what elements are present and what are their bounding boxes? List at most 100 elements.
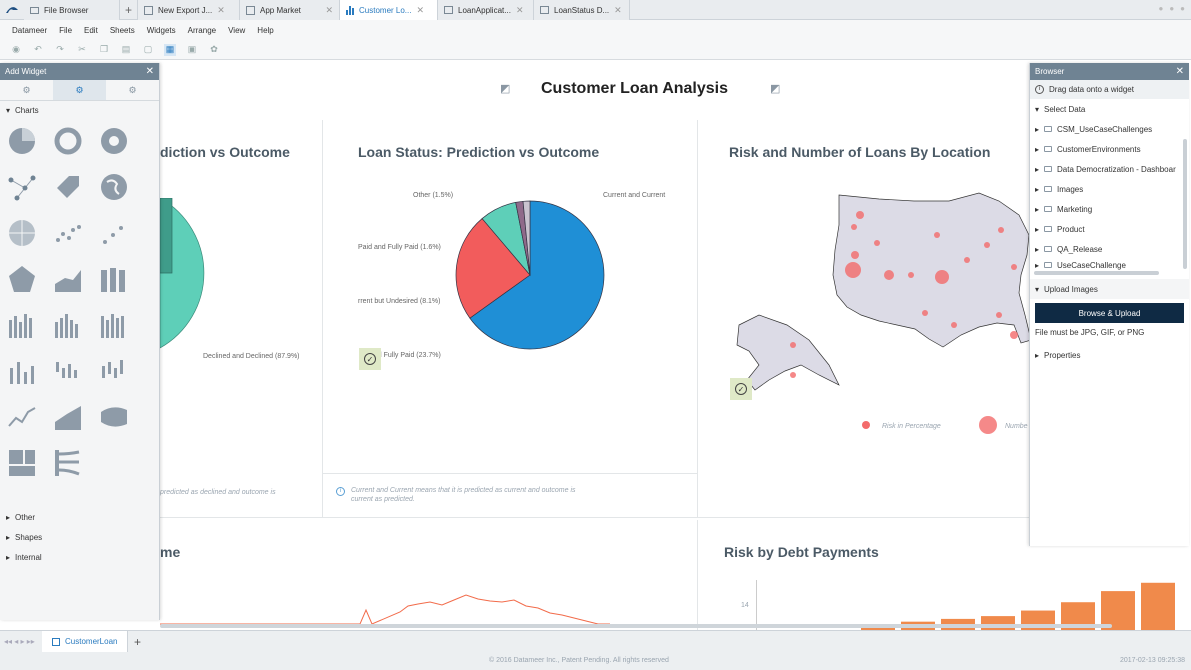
new-tab-button[interactable]: +: [120, 0, 138, 20]
browser-vscrollbar[interactable]: [1183, 139, 1187, 269]
caret-right-icon: ▸: [1035, 224, 1040, 234]
radar-widget-icon[interactable]: [6, 263, 38, 295]
bar[interactable]: [1141, 582, 1175, 630]
waterfall-widget-icon[interactable]: [52, 355, 84, 387]
line-chart-widget-icon[interactable]: [6, 401, 38, 433]
tab-customer-loan[interactable]: Customer Lo... ✕: [340, 0, 438, 20]
menu-sheets[interactable]: Sheets: [110, 26, 135, 35]
menu-widgets[interactable]: Widgets: [147, 26, 176, 35]
tab-app-market[interactable]: App Market ✕: [240, 0, 340, 20]
undo-icon[interactable]: ↶: [32, 44, 44, 56]
histogram-widget-icon[interactable]: [98, 309, 130, 341]
close-icon[interactable]: ✕: [325, 5, 333, 16]
upload-images-section[interactable]: ▾ Upload Images: [1030, 279, 1189, 299]
section-shapes[interactable]: ▸ Shapes: [0, 528, 160, 546]
folder-icon: [1044, 186, 1053, 192]
sheet-nav-arrows[interactable]: ◂◂ ◂ ▸ ▸▸: [0, 637, 42, 646]
window-controls[interactable]: ● ● ●: [1158, 4, 1185, 13]
redo-icon[interactable]: ↷: [54, 44, 66, 56]
menu-file[interactable]: File: [59, 26, 72, 35]
caret-right-icon: ▸: [1035, 144, 1040, 154]
tab-widgets-data[interactable]: ⚙: [0, 80, 53, 100]
area-chart-widget-icon[interactable]: [52, 263, 84, 295]
network-graph-widget-icon[interactable]: [6, 171, 38, 203]
menu-edit[interactable]: Edit: [84, 26, 98, 35]
paste-icon[interactable]: ▤: [120, 44, 132, 56]
close-icon[interactable]: ✕: [1176, 66, 1184, 77]
pie-chart-widget-icon[interactable]: [6, 125, 38, 157]
close-icon[interactable]: ✕: [217, 5, 225, 16]
sankey-widget-icon[interactable]: [52, 447, 84, 479]
tab-widgets-charts[interactable]: ⚙: [53, 80, 106, 100]
canvas-hscrollbar[interactable]: [160, 624, 1112, 628]
bar-chart-debt[interactable]: [858, 580, 1178, 630]
grouped-column-widget-icon[interactable]: [52, 309, 84, 341]
folder-row[interactable]: ▸ Marketing: [1030, 199, 1189, 219]
datameer-logo-icon[interactable]: [0, 0, 24, 20]
close-icon[interactable]: ✕: [416, 5, 424, 16]
folder-row[interactable]: ▸ Images: [1030, 179, 1189, 199]
sheet-icon: [444, 6, 453, 14]
menu-help[interactable]: Help: [257, 26, 273, 35]
select-data-section[interactable]: ▾ Select Data: [1030, 99, 1189, 119]
section-internal[interactable]: ▸ Internal: [0, 548, 160, 566]
treemap-widget-icon[interactable]: [6, 447, 38, 479]
sunburst-widget-icon[interactable]: [6, 217, 38, 249]
globe-map-widget-icon[interactable]: [98, 171, 130, 203]
properties-section[interactable]: ▸ Properties: [1030, 345, 1189, 365]
folder-row[interactable]: ▸ QA_Release: [1030, 239, 1189, 259]
pie-label-current: Current and Current: [603, 192, 666, 199]
menu-arrange[interactable]: Arrange: [188, 26, 216, 35]
radial-chart-widget-icon[interactable]: [98, 125, 130, 157]
stacked-bar-widget-icon[interactable]: [98, 263, 130, 295]
window-dot-icon[interactable]: ●: [1158, 4, 1163, 13]
folder-row[interactable]: ▸ Product: [1030, 219, 1189, 239]
stream-graph-widget-icon[interactable]: [98, 401, 130, 433]
window-dot-icon[interactable]: ●: [1169, 4, 1174, 13]
browse-upload-button[interactable]: Browse & Upload: [1035, 303, 1184, 323]
layout-icon[interactable]: ▣: [186, 44, 198, 56]
add-sheet-button[interactable]: +: [128, 635, 146, 649]
window-dot-icon[interactable]: ●: [1180, 4, 1185, 13]
legend-number: Numbe: [1005, 423, 1028, 430]
folder-row[interactable]: ▸ CustomerEnvironments: [1030, 139, 1189, 159]
theme-icon[interactable]: ✿: [208, 44, 220, 56]
tab-loan-application[interactable]: LoanApplicat... ✕: [438, 0, 534, 20]
browser-scrollbar[interactable]: [1034, 271, 1159, 275]
tab-file-browser[interactable]: File Browser: [24, 0, 120, 20]
us-map[interactable]: [729, 175, 1029, 405]
tab-loan-status[interactable]: LoanStatus D... ✕: [534, 0, 630, 20]
column-chart-widget-icon[interactable]: [6, 309, 38, 341]
delete-icon[interactable]: ▢: [142, 44, 154, 56]
folder-row[interactable]: ▸ UseCaseChallenge: [1030, 259, 1189, 271]
scatter-widget-icon[interactable]: [52, 217, 84, 249]
panel1-title: diction vs Outcome: [160, 144, 290, 160]
close-icon[interactable]: ✕: [516, 5, 524, 16]
close-icon[interactable]: ✕: [146, 66, 154, 77]
tab-widgets-images[interactable]: ⚙: [106, 80, 159, 100]
close-icon[interactable]: ✕: [614, 5, 622, 16]
tab-new-export[interactable]: New Export J... ✕: [138, 0, 240, 20]
bar-variance-widget-icon[interactable]: [6, 355, 38, 387]
menu-view[interactable]: View: [228, 26, 245, 35]
section-charts[interactable]: ▾ Charts: [0, 101, 159, 119]
check-toggle[interactable]: ✓: [730, 378, 752, 400]
tag-cloud-widget-icon[interactable]: [52, 171, 84, 203]
folder-icon: [1044, 206, 1053, 212]
donut-chart-widget-icon[interactable]: [52, 125, 84, 157]
section-other[interactable]: ▸ Other: [0, 508, 160, 526]
bubble-widget-icon[interactable]: [98, 217, 130, 249]
cut-icon[interactable]: ✂: [76, 44, 88, 56]
check-toggle[interactable]: ✓: [359, 348, 381, 370]
range-bar-widget-icon[interactable]: [98, 355, 130, 387]
copy-icon[interactable]: ❐: [98, 44, 110, 56]
folder-row[interactable]: ▸ CSM_UseCaseChallenges: [1030, 119, 1189, 139]
pie-chart-loan-status[interactable]: [323, 185, 697, 425]
add-widget-icon[interactable]: ▦: [164, 43, 176, 56]
menu-datameer[interactable]: Datameer: [12, 26, 47, 35]
sheet-tab-customer-loan[interactable]: CustomerLoan: [42, 630, 129, 653]
pie-chart-outcome[interactable]: [160, 198, 250, 358]
folder-row[interactable]: ▸ Data Democratization - Dashboar: [1030, 159, 1189, 179]
area-line-widget-icon[interactable]: [52, 401, 84, 433]
eye-icon[interactable]: ◉: [10, 44, 22, 56]
